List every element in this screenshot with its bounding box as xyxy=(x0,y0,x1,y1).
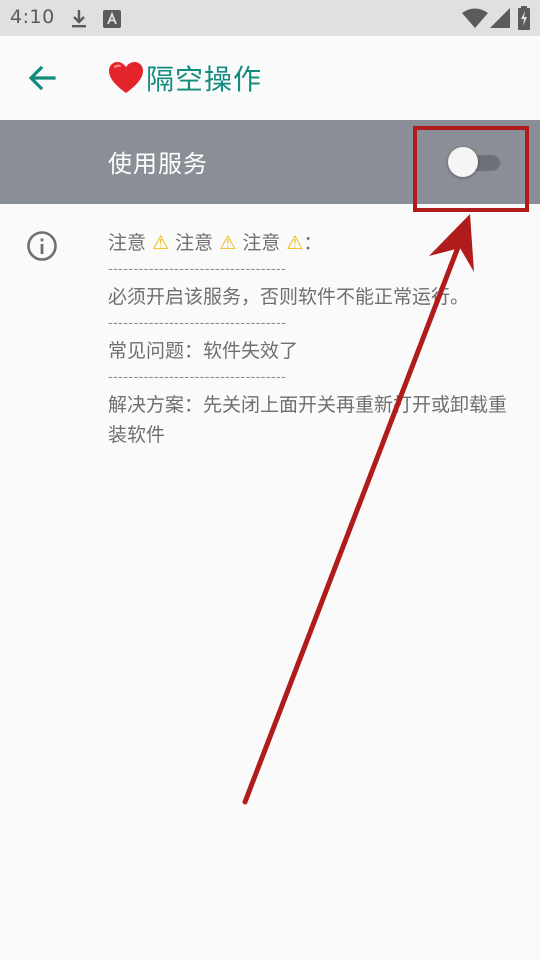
info-icon xyxy=(27,231,57,261)
app-bar: 隔空操作 xyxy=(0,36,540,120)
warning-word: 注意 xyxy=(175,232,214,254)
warning-sign-icon: ⚠ xyxy=(219,232,237,254)
note-solution: 解决方案：先关闭上面开关再重新打开或卸载重装软件 xyxy=(108,394,508,446)
page-title: 隔空操作 xyxy=(146,63,263,96)
warning-sign-icon: ⚠ xyxy=(286,232,304,254)
warning-word: 注意 xyxy=(242,232,281,254)
note-required: 必须开启该服务，否则软件不能正常运行。 xyxy=(108,286,470,308)
note-faq: 常见问题：软件失效了 xyxy=(108,340,299,362)
arrow-left-icon[interactable] xyxy=(24,60,60,96)
notes-block: 注意 ⚠ 注意 ⚠ 注意 ⚠： ------------------------… xyxy=(108,228,518,450)
divider: ----------------------------------- xyxy=(108,370,287,385)
battery-icon xyxy=(518,6,530,30)
divider: ----------------------------------- xyxy=(108,316,287,331)
status-time: 4:10 xyxy=(10,6,55,28)
font-a-icon xyxy=(103,10,121,28)
highlight-box xyxy=(413,126,529,212)
download-icon xyxy=(72,10,86,28)
warning-line: 注意 ⚠ 注意 ⚠ 注意 ⚠： xyxy=(108,228,518,258)
warning-sign-icon: ⚠ xyxy=(152,232,170,254)
title-wrap: 隔空操作 xyxy=(108,58,262,98)
service-label: 使用服务 xyxy=(108,150,208,178)
heart-icon xyxy=(109,62,143,93)
wifi-icon xyxy=(462,8,488,28)
divider: ----------------------------------- xyxy=(108,262,287,277)
warning-word: 注意 xyxy=(108,232,147,254)
status-bar: 4:10 xyxy=(0,0,540,36)
warning-colon: ： xyxy=(303,232,323,254)
signal-icon xyxy=(490,8,510,28)
